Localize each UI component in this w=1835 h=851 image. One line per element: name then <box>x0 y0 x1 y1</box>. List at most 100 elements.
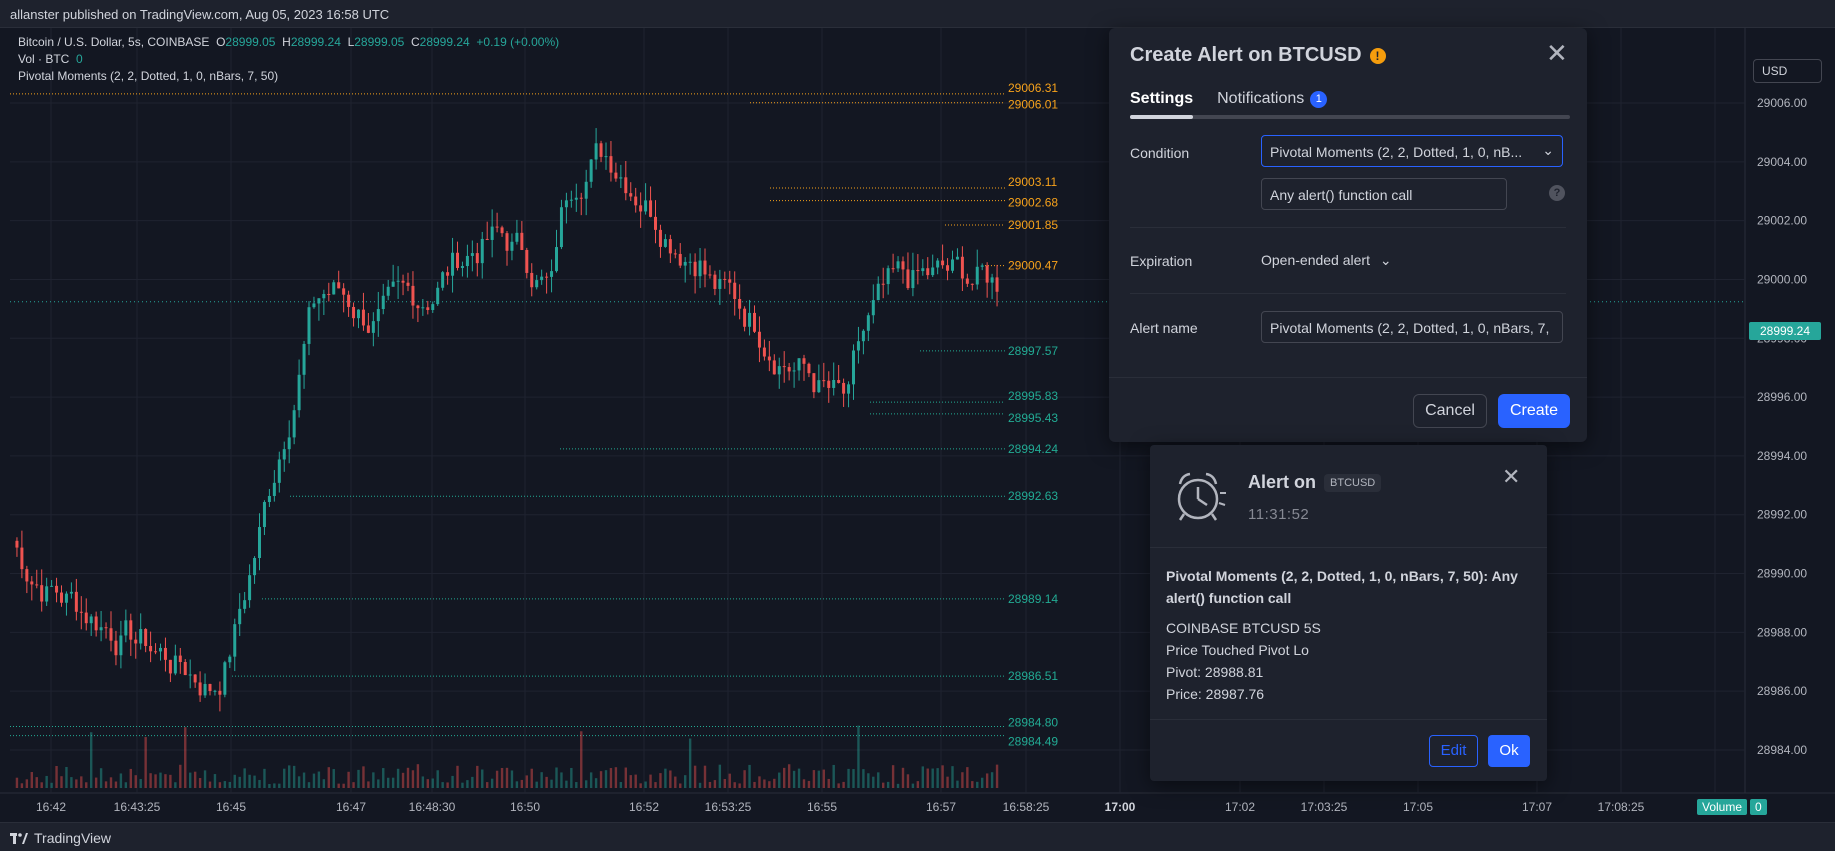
candle-body <box>30 581 34 585</box>
divider <box>1109 377 1587 378</box>
pivot-label: 28995.43 <box>1008 411 1058 425</box>
candle-body <box>50 585 54 587</box>
candle-body <box>515 232 519 242</box>
volume-bar <box>614 767 618 788</box>
volume-bar <box>149 773 152 788</box>
tab-notifications[interactable]: Notifications 1 <box>1217 90 1328 118</box>
volume-bar <box>847 768 850 788</box>
volume-bar <box>481 769 484 788</box>
candle-body <box>149 645 153 652</box>
condition-select[interactable]: Pivotal Moments (2, 2, Dotted, 1, 0, nB.… <box>1261 135 1563 167</box>
help-icon[interactable]: ? <box>1549 185 1565 201</box>
candle-body <box>604 156 608 158</box>
volume-bar <box>268 783 271 788</box>
candle-body <box>104 627 108 629</box>
tab-settings[interactable]: Settings <box>1130 90 1193 118</box>
candle-body <box>159 647 162 652</box>
candle-body <box>272 482 276 496</box>
volume-bar <box>253 775 256 788</box>
candle-body <box>584 181 588 199</box>
volume-bar <box>530 768 533 788</box>
candle-body <box>886 268 890 285</box>
candle-body <box>119 635 123 656</box>
volume-bar <box>198 778 202 788</box>
candle-body <box>446 272 450 276</box>
candle-body <box>94 616 98 631</box>
close-icon[interactable]: ✕ <box>1546 40 1568 66</box>
volume-bar <box>802 779 806 788</box>
price-tick-label: 28988.00 <box>1757 625 1807 639</box>
volume-bar <box>144 737 147 788</box>
warning-icon[interactable]: ! <box>1369 47 1386 64</box>
candle-body <box>822 380 826 382</box>
price-tick-label: 28986.00 <box>1757 684 1807 698</box>
candle-body <box>832 379 836 388</box>
alert-name-input[interactable]: Pivotal Moments (2, 2, Dotted, 1, 0, nBa… <box>1261 311 1563 343</box>
candle-body <box>371 321 375 333</box>
expiration-select[interactable]: Open-ended alert ⌄ <box>1261 252 1392 269</box>
indicator-legend[interactable]: Pivotal Moments (2, 2, Dotted, 1, 0, nBa… <box>18 69 278 83</box>
cancel-button[interactable]: Cancel <box>1413 394 1487 428</box>
time-tick-label: 16:53:25 <box>705 800 752 814</box>
candle-body <box>366 325 370 333</box>
candle-body <box>559 207 563 248</box>
volume-bar <box>208 781 212 788</box>
expiration-value: Open-ended alert <box>1261 252 1370 268</box>
candle-body <box>460 266 464 268</box>
volume-bar <box>154 774 157 788</box>
message-line: Price: 28987.76 <box>1166 686 1265 702</box>
indicator-name[interactable]: Pivotal Moments (2, 2, Dotted, 1, 0, nBa… <box>18 69 278 83</box>
alarm-clock-icon <box>1177 472 1226 521</box>
volume-bar <box>99 768 103 788</box>
volume-bar <box>545 776 548 788</box>
volume-bar <box>550 779 553 788</box>
time-tick-label: 17:07 <box>1522 800 1552 814</box>
volume-bar <box>599 771 603 788</box>
candle-body <box>817 380 821 393</box>
volume-bar <box>589 772 593 788</box>
volume-bar <box>25 779 29 788</box>
candle-body <box>79 611 83 613</box>
candle-body <box>960 256 964 279</box>
condition-label: Condition <box>1130 145 1190 161</box>
volume-bar <box>867 773 870 788</box>
tradingview-logo[interactable]: TradingView <box>10 830 111 846</box>
edit-button[interactable]: Edit <box>1429 735 1478 767</box>
volume-bar <box>85 782 88 788</box>
volume-bar <box>728 773 731 788</box>
volume-bar <box>639 783 642 788</box>
create-button[interactable]: Create <box>1498 394 1570 428</box>
candle-body <box>475 253 479 264</box>
volume-bar <box>634 774 637 788</box>
pivot-label: 28995.83 <box>1008 389 1058 403</box>
close-label: C <box>410 35 420 49</box>
candle-body <box>505 233 509 251</box>
candle-body <box>619 177 623 179</box>
candle-body <box>639 205 643 212</box>
price-tick-label: 28990.00 <box>1757 567 1807 581</box>
candle-body <box>35 584 39 586</box>
notification-time: 11:31:52 <box>1248 506 1310 523</box>
volume-bar <box>228 781 231 788</box>
volume-bar <box>669 770 672 788</box>
close-icon[interactable]: ✕ <box>1502 466 1520 488</box>
candle-body <box>906 269 910 289</box>
volume-bar <box>911 783 915 788</box>
volume-bar <box>763 779 766 788</box>
candle-body <box>668 239 672 254</box>
price-tick-label: 29000.00 <box>1757 272 1807 286</box>
candle-body <box>139 629 143 644</box>
volume-bar <box>391 777 395 788</box>
currency-button[interactable]: USD <box>1753 59 1822 83</box>
volume-bar <box>941 765 944 788</box>
trigger-select[interactable]: Any alert() function call <box>1261 178 1507 210</box>
candle-body <box>129 620 133 640</box>
volume-bar <box>362 766 365 788</box>
volume-bar <box>629 775 632 788</box>
divider <box>1150 547 1547 548</box>
candle-body <box>337 282 341 289</box>
volume-bar <box>377 779 380 788</box>
volume-bar <box>594 778 598 788</box>
ok-button[interactable]: Ok <box>1488 735 1530 767</box>
candle-body <box>941 260 945 266</box>
